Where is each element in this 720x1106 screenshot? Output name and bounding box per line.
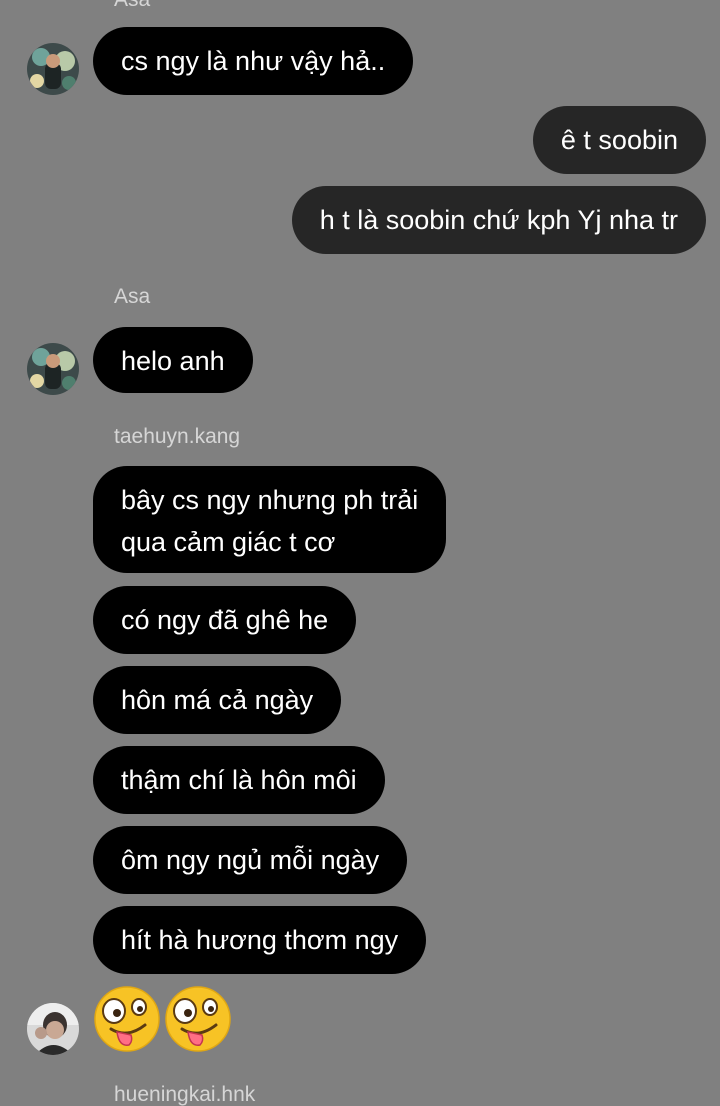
message-text: hít hà hương thơm ngy [121,925,399,955]
message-text: có ngy đã ghê he [121,605,329,635]
avatar-image [27,343,79,395]
message-bubble-10[interactable]: hít hà hương thơm ngy [93,906,427,974]
avatar-asa[interactable] [27,343,79,395]
message-text: helo anh [121,346,225,376]
avatar-asa[interactable] [27,43,79,95]
message-bubble-9[interactable]: ôm ngy ngủ mỗi ngày [93,826,408,894]
message-bubble-8[interactable]: thậm chí là hôn môi [93,746,385,814]
message-bubble-1[interactable]: cs ngy là như vậy hả.. [93,27,414,95]
message-bubble-3-outgoing[interactable]: h t là soobin chứ kph Yj nha tr [291,186,706,254]
message-bubble-5[interactable]: bây cs ngy nhưng ph trải qua cảm giác t … [93,466,447,573]
avatar-hueningkai[interactable] [27,1003,79,1055]
message-bubble-4[interactable]: helo anh [93,327,253,393]
message-bubble-2-outgoing[interactable]: ê t soobin [532,106,706,174]
message-bubble-6[interactable]: có ngy đã ghê he [93,586,357,654]
message-text: hôn má cả ngày [121,685,314,715]
sender-name-asa-top: Asa [114,0,150,10]
avatar-image [27,1003,79,1055]
sender-name-taehuyn: taehuyn.kang [114,425,241,448]
message-text-line-1: bây cs ngy nhưng ph trải [121,485,419,515]
message-text: thậm chí là hôn môi [121,765,357,795]
message-text: h t là soobin chứ kph Yj nha tr [319,205,678,235]
sender-name-asa: Asa [114,285,151,308]
message-text-line-2: qua cảm giác t cơ [121,527,336,557]
sender-name-hueningkai: hueningkai.hnk [114,1083,256,1106]
avatar-image [27,43,79,95]
zany-face-icon [165,986,231,1052]
message-bubble-7[interactable]: hôn má cả ngày [93,666,342,734]
message-text: ôm ngy ngủ mỗi ngày [121,845,380,875]
message-text: cs ngy là như vậy hả.. [121,46,386,76]
message-text: ê t soobin [560,125,678,155]
zany-face-icon [94,986,160,1052]
